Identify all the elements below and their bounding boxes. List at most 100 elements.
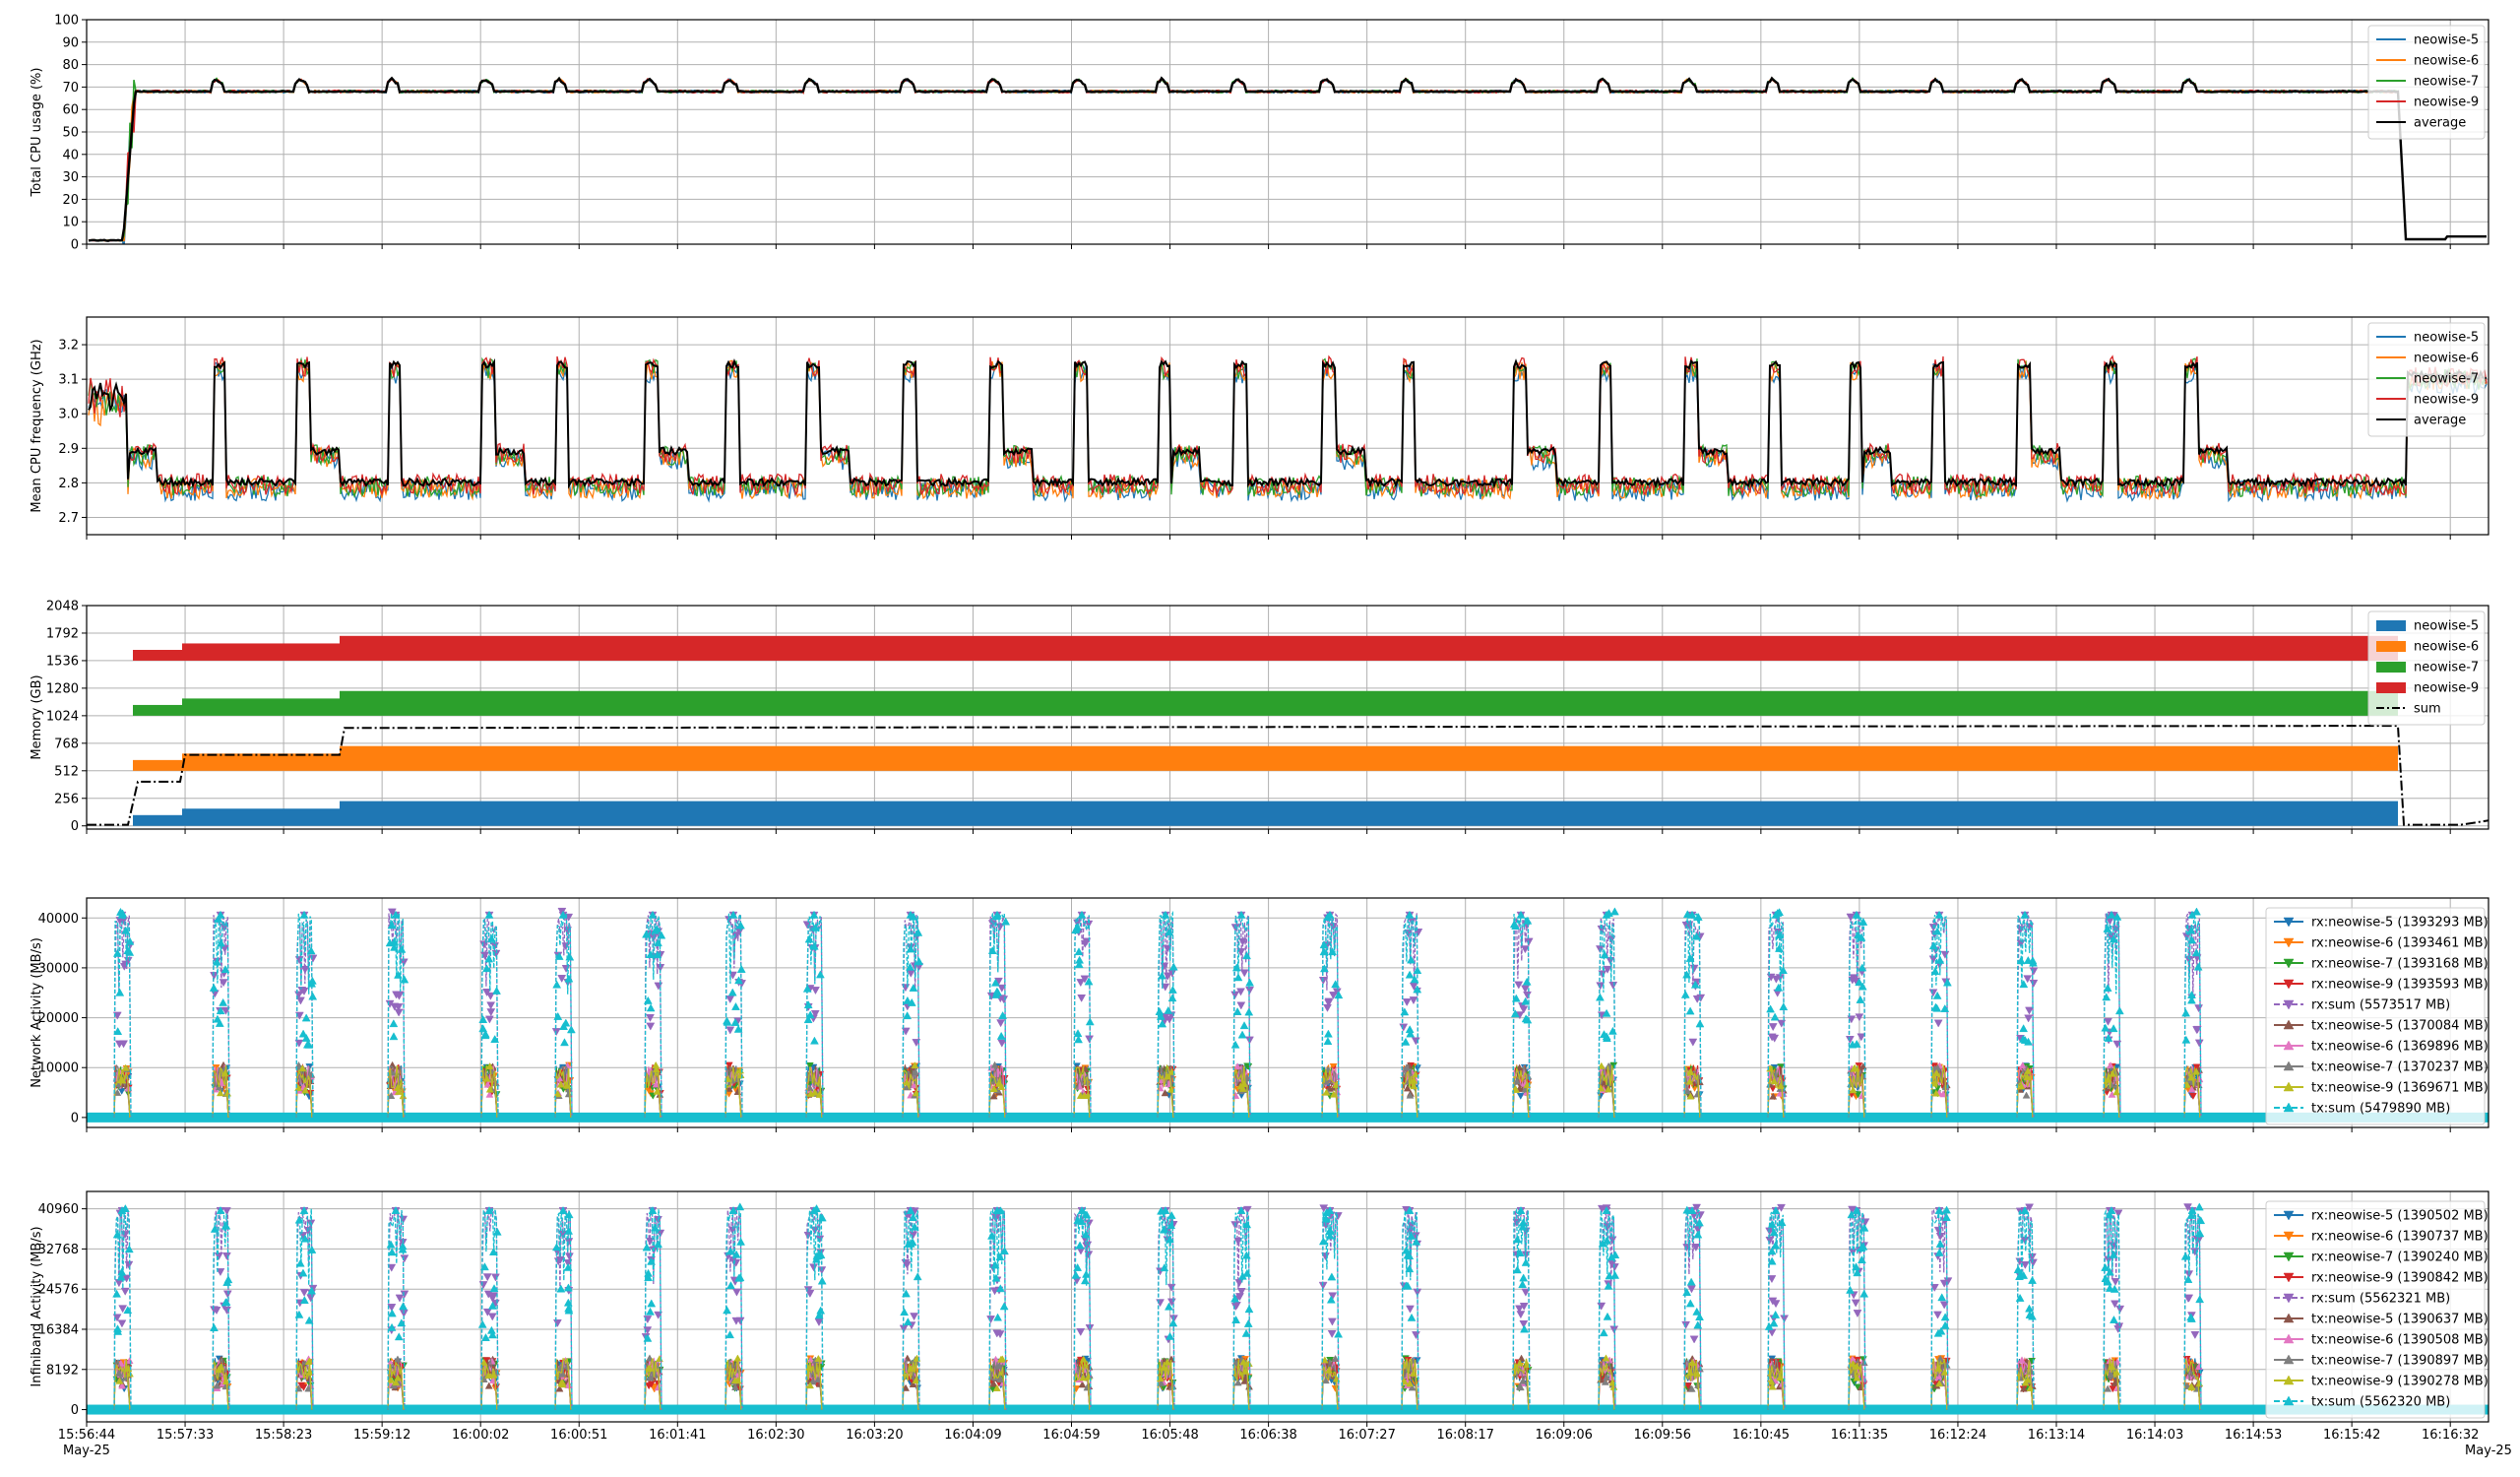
y-tick-label: 256 [54, 792, 79, 806]
legend-label: rx:sum (5573517 MB) [2311, 998, 2450, 1013]
y-tick-label: 1024 [46, 709, 79, 724]
panel-1: 0 10 20 30 40 50 60 70 80 90 100 Total CPU usage (%… [30, 14, 2489, 253]
legend-label: rx:neowise-9 (1393593 MB) [2311, 978, 2488, 993]
legend-label: tx:neowise-9 (1390278 MB) [2311, 1375, 2488, 1389]
legend-label: tx:sum (5562320 MB) [2311, 1395, 2450, 1410]
x-end-date: May-25 [2465, 1444, 2512, 1458]
x-tick-label: 16:12:24 [1929, 1428, 1986, 1443]
y-tick-label: 70 [62, 81, 79, 96]
x-tick-label: 16:14:03 [2126, 1428, 2183, 1443]
x-tick-label: 16:07:27 [1338, 1428, 1395, 1443]
legend-label: rx:neowise-6 (1393461 MB) [2311, 936, 2488, 951]
y-tick-label: 10 [62, 216, 79, 230]
legend-label: neowise-6 [2414, 640, 2479, 655]
legend-label: rx:neowise-7 (1393168 MB) [2311, 957, 2488, 972]
legend-label: tx:neowise-7 (1370237 MB) [2311, 1060, 2488, 1075]
y-tick-label: 40 [62, 148, 79, 162]
legend-label: rx:neowise-5 (1390502 MB) [2311, 1209, 2488, 1224]
memory-band [133, 650, 182, 661]
x-tick-label: 15:56:44 [58, 1428, 115, 1443]
y-tick-label: 2.9 [58, 442, 79, 457]
y-axis-label: Network Activity (MB/s) [30, 937, 44, 1088]
x-tick-label: 16:15:42 [2323, 1428, 2380, 1443]
y-tick-label: 2.8 [58, 477, 79, 491]
legend-label: tx:neowise-9 (1369671 MB) [2311, 1081, 2488, 1096]
y-tick-label: 90 [62, 35, 79, 50]
x-tick-label: 16:02:30 [747, 1428, 804, 1443]
legend-label: rx:neowise-9 (1390842 MB) [2311, 1271, 2488, 1286]
legend-label: rx:sum (5562321 MB) [2311, 1292, 2450, 1307]
y-tick-label: 30 [62, 170, 79, 185]
y-tick-label: 2048 [46, 600, 79, 614]
y-tick-label: 1280 [46, 681, 79, 696]
legend: rx:neowise-5 (1390502 MB) rx:neowise-6 (1… [2265, 1200, 2488, 1419]
x-tick-label: 15:58:23 [255, 1428, 312, 1443]
memory-band [340, 690, 2398, 716]
y-tick-label: 8192 [46, 1363, 79, 1378]
legend-label: tx:sum (5479890 MB) [2311, 1102, 2450, 1117]
x-start-date: May-25 [63, 1444, 110, 1458]
y-tick-label: 100 [54, 14, 79, 29]
legend-label: sum [2414, 702, 2441, 717]
y-tick-label: 50 [62, 126, 79, 141]
y-tick-label: 40000 [38, 912, 79, 927]
legend-swatch [2376, 620, 2406, 631]
x-tick-label: 16:13:14 [2028, 1428, 2085, 1443]
legend-label: tx:neowise-5 (1390637 MB) [2311, 1313, 2488, 1327]
plot-area [87, 1191, 2488, 1422]
chart-panels: 0 10 20 30 40 50 60 70 80 90 100 Total CPU usage (%… [30, 14, 2489, 1427]
y-tick-label: 0 [71, 819, 79, 834]
x-tick-label: 16:09:06 [1536, 1428, 1593, 1443]
monitoring-figure: 0 10 20 30 40 50 60 70 80 90 100 Total CPU usage (%… [0, 0, 2520, 1477]
panel-5: 0819216384245763276840960Infiniband Acti… [30, 1190, 2489, 1427]
legend-label: neowise-6 [2414, 54, 2479, 69]
legend-label: neowise-9 [2414, 393, 2479, 408]
panel-3: 0 256 512 768 1024 1280 1536 1792 2048 Memory (GB… [30, 600, 2489, 834]
legend-label: neowise-9 [2414, 96, 2479, 110]
y-tick-label: 80 [62, 58, 79, 73]
y-tick-label: 60 [62, 103, 79, 118]
x-tick-label: 16:08:17 [1437, 1428, 1494, 1443]
memory-band [182, 753, 340, 771]
x-tick-label: 16:05:48 [1141, 1428, 1198, 1443]
legend-label: tx:neowise-6 (1390508 MB) [2311, 1333, 2488, 1348]
memory-band [340, 745, 2398, 771]
legend: neowise-5 neowise-6 neowise-7 neowise-9 aver… [2367, 25, 2486, 140]
legend-label: neowise-9 [2414, 681, 2479, 696]
legend-label: neowise-7 [2414, 661, 2479, 675]
y-axis-label: Infiniband Activity (MB/s) [30, 1226, 44, 1386]
y-tick-label: 0 [71, 238, 79, 253]
memory-band [133, 759, 182, 771]
legend-label: neowise-5 [2414, 331, 2479, 346]
x-tick-label: 16:01:41 [649, 1428, 706, 1443]
memory-band [340, 635, 2398, 661]
x-tick-label: 16:11:35 [1831, 1428, 1888, 1443]
legend-label: neowise-5 [2414, 33, 2479, 48]
x-tick-label: 16:10:45 [1732, 1428, 1790, 1443]
y-tick-label: 768 [54, 737, 79, 751]
plot-area [87, 317, 2488, 535]
legend-label: neowise-7 [2414, 372, 2479, 387]
panel-2: 2.7 2.8 2.9 3.0 3.1 3.2 Mean CPU frequency (GH… [30, 316, 2489, 540]
memory-band [340, 801, 2398, 826]
x-tick-label: 16:06:38 [1239, 1428, 1296, 1443]
y-tick-label: 3.2 [58, 339, 79, 353]
legend: neowise-5 neowise-6 neowise-7 neowise-9 aver… [2367, 322, 2486, 437]
x-tick-label: 16:14:53 [2225, 1428, 2282, 1443]
y-tick-label: 20 [62, 193, 79, 208]
memory-band [182, 808, 340, 826]
legend: rx:neowise-5 (1393293 MB) rx:neowise-6 (1… [2265, 907, 2488, 1125]
legend-swatch [2376, 641, 2406, 652]
x-tick-label: 16:16:32 [2422, 1428, 2479, 1443]
y-axis-label: Memory (GB) [30, 674, 44, 759]
y-tick-label: 512 [54, 764, 79, 779]
legend-label: average [2414, 116, 2466, 131]
x-tick-label: 15:57:33 [157, 1428, 214, 1443]
x-tick-label: 16:09:56 [1634, 1428, 1691, 1443]
y-tick-label: 1792 [46, 626, 79, 641]
memory-band [133, 704, 182, 716]
legend-label: rx:neowise-6 (1390737 MB) [2311, 1230, 2488, 1245]
y-tick-label: 3.1 [58, 373, 79, 388]
legend-label: tx:neowise-7 (1390897 MB) [2311, 1354, 2488, 1369]
legend-label: neowise-6 [2414, 352, 2479, 366]
